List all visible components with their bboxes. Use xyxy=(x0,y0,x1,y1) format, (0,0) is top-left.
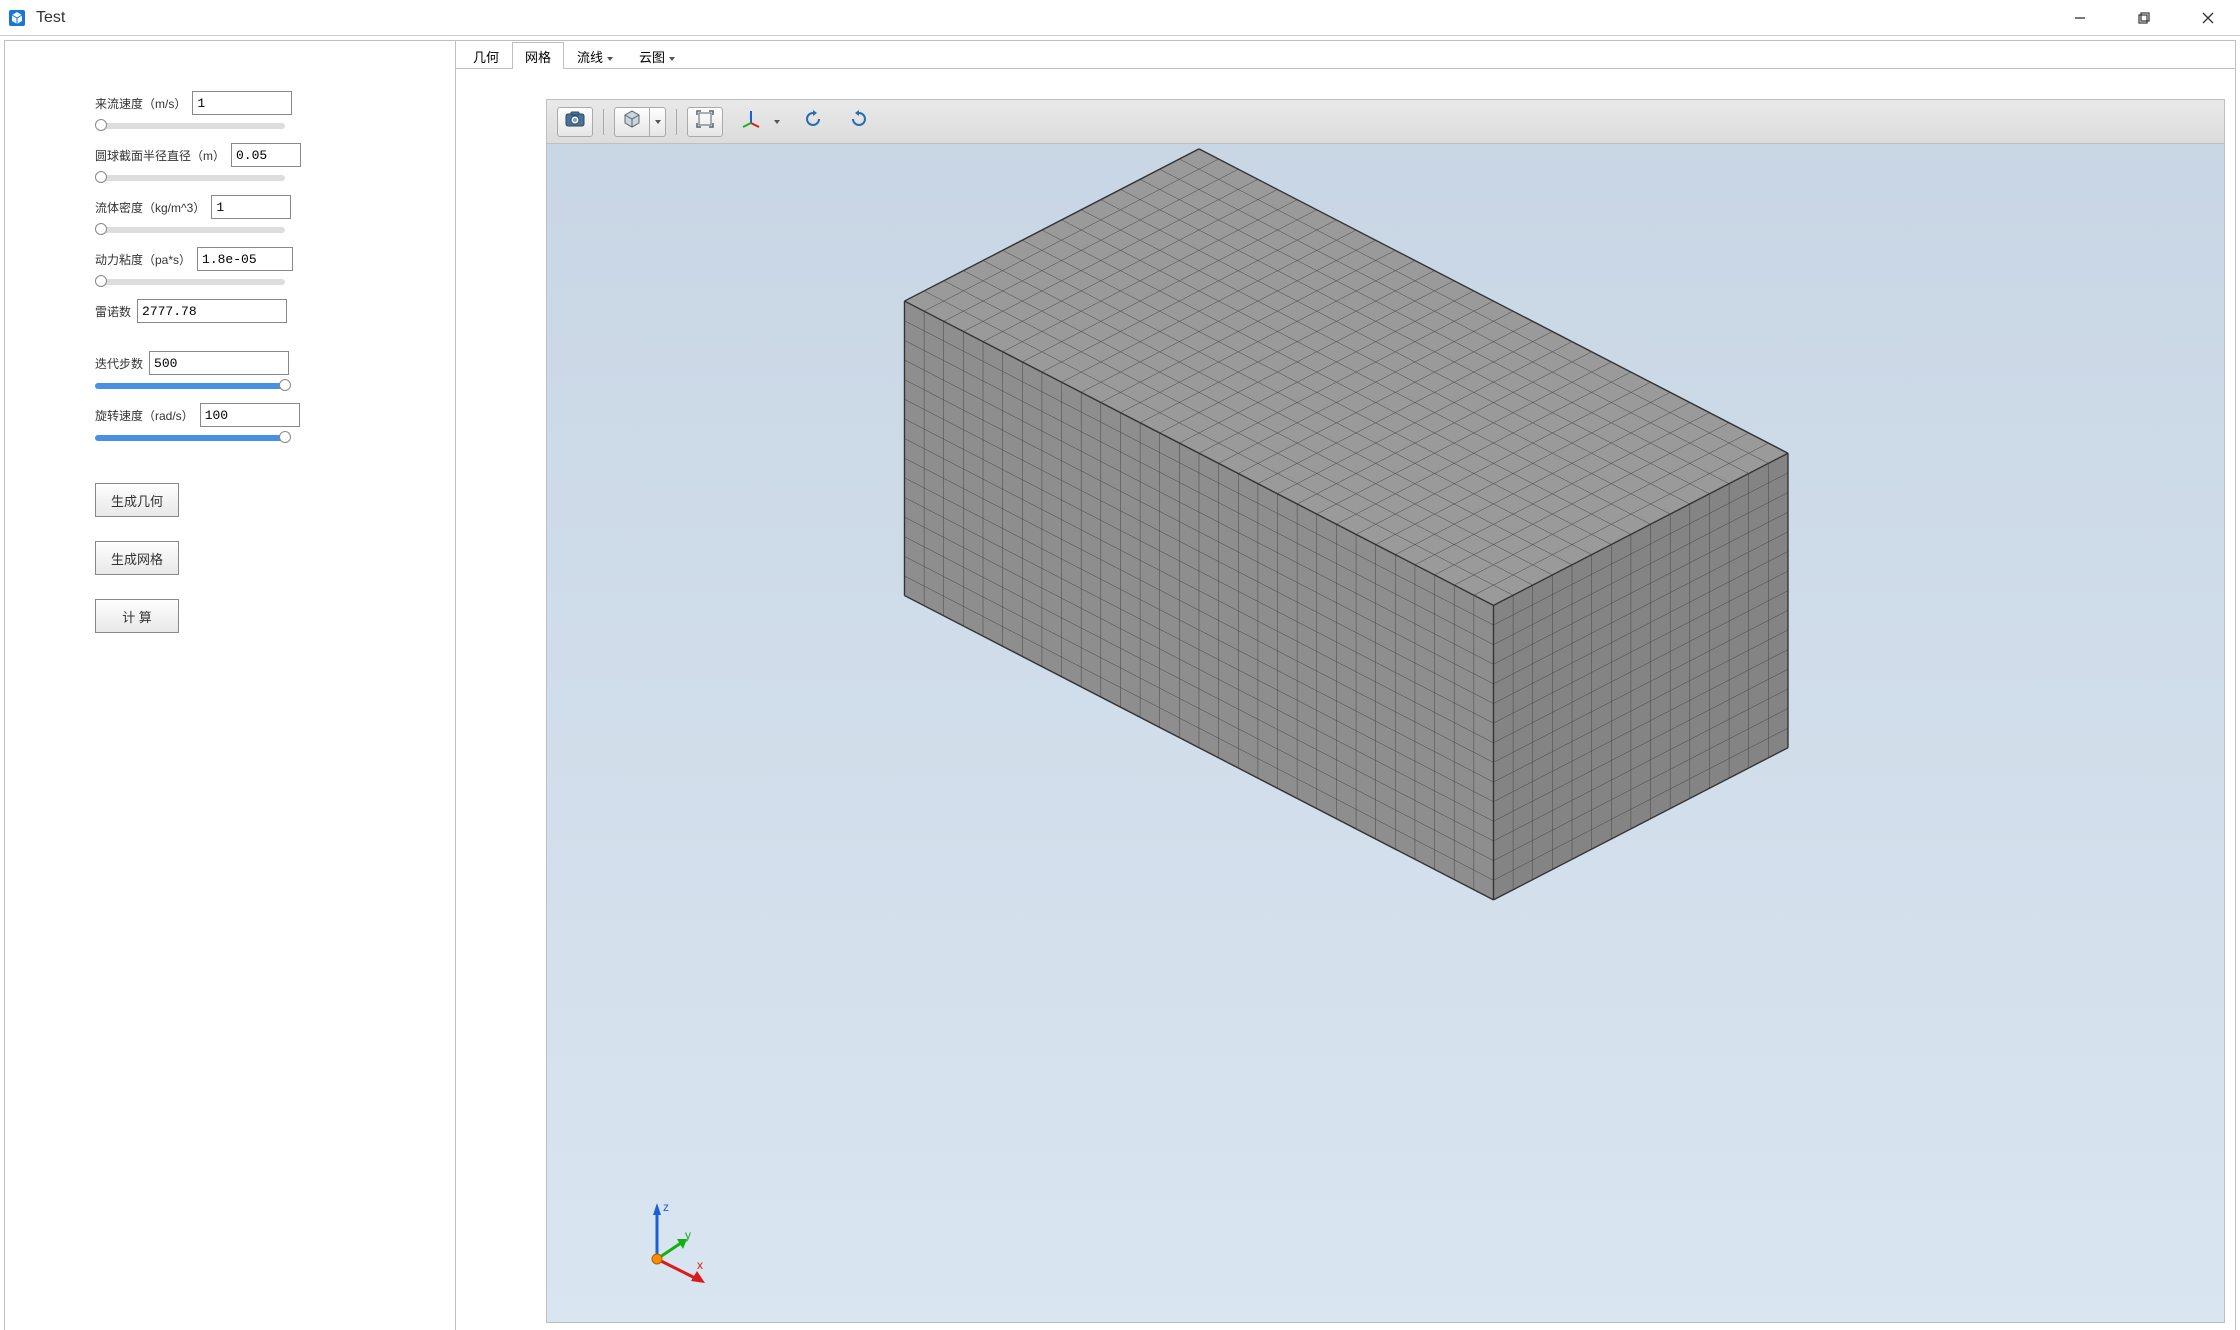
generate-geometry-button[interactable]: 生成几何 xyxy=(95,483,179,517)
rotation-speed-label: 旋转速度（rad/s） xyxy=(95,407,194,424)
close-button[interactable] xyxy=(2176,0,2240,36)
triad-x-label: x xyxy=(697,1258,703,1272)
rotate-ccw-icon xyxy=(803,109,823,134)
axes-icon xyxy=(741,109,761,134)
titlebar: Test xyxy=(0,0,2240,36)
parameter-panel: 来流速度（m/s） 圆球截面半径直径（m） 流体密度（kg/m^3） 动力粘度（… xyxy=(5,41,455,1330)
snapshot-button[interactable] xyxy=(557,107,593,137)
fit-icon xyxy=(696,110,714,133)
compute-button[interactable]: 计 算 xyxy=(95,599,179,633)
rotate-ccw-button[interactable] xyxy=(795,107,831,137)
reynolds-label: 雷诺数 xyxy=(95,303,131,320)
reynolds-input[interactable] xyxy=(137,299,287,323)
fit-view-button[interactable] xyxy=(687,107,723,137)
mesh-scene xyxy=(547,144,2224,1322)
dynamic-viscosity-input[interactable] xyxy=(197,247,293,271)
viewport-3d[interactable]: z y x xyxy=(546,99,2225,1323)
iterations-slider[interactable] xyxy=(95,383,285,389)
rotate-cw-button[interactable] xyxy=(841,107,877,137)
sphere-radius-input[interactable] xyxy=(231,143,301,167)
sphere-radius-label: 圆球截面半径直径（m） xyxy=(95,147,225,164)
rotation-speed-input[interactable] xyxy=(200,403,300,427)
toolbar-separator xyxy=(603,109,604,135)
titlebar-left: Test xyxy=(0,7,65,29)
camera-icon xyxy=(565,111,585,132)
tab-geometry[interactable]: 几何 xyxy=(460,42,512,69)
cube-icon xyxy=(622,109,642,134)
toolbar-separator xyxy=(676,109,677,135)
sphere-radius-slider[interactable] xyxy=(95,175,285,181)
rotation-speed-slider[interactable] xyxy=(95,435,285,441)
maximize-button[interactable] xyxy=(2112,0,2176,36)
minimize-button[interactable] xyxy=(2048,0,2112,36)
viewport-wrap: z y x xyxy=(456,69,2235,1330)
iterations-input[interactable] xyxy=(149,351,289,375)
flow-velocity-slider[interactable] xyxy=(95,123,285,129)
workspace: 来流速度（m/s） 圆球截面半径直径（m） 流体密度（kg/m^3） 动力粘度（… xyxy=(4,40,2236,1330)
tab-streamline[interactable]: 流线 xyxy=(564,42,626,69)
fluid-density-label: 流体密度（kg/m^3） xyxy=(95,199,205,216)
fluid-density-input[interactable] xyxy=(211,195,291,219)
view-cube-dropdown[interactable] xyxy=(614,107,666,137)
window-title: Test xyxy=(36,9,65,27)
tab-mesh[interactable]: 网格 xyxy=(512,42,564,69)
axes-dropdown[interactable] xyxy=(733,107,785,137)
app-icon xyxy=(6,7,28,29)
tab-contour[interactable]: 云图 xyxy=(626,42,688,69)
triad-z-label: z xyxy=(663,1200,669,1214)
content-area: 几何 网格 流线 云图 xyxy=(455,41,2235,1330)
dynamic-viscosity-label: 动力粘度（pa*s） xyxy=(95,251,191,268)
fluid-density-slider[interactable] xyxy=(95,227,285,233)
iterations-label: 迭代步数 xyxy=(95,355,143,372)
generate-mesh-button[interactable]: 生成网格 xyxy=(95,541,179,575)
orientation-triad: z y x xyxy=(627,1197,717,1292)
dynamic-viscosity-slider[interactable] xyxy=(95,279,285,285)
flow-velocity-input[interactable] xyxy=(192,91,292,115)
viewport-toolbar xyxy=(547,100,2224,144)
window-controls xyxy=(2048,0,2240,36)
flow-velocity-label: 来流速度（m/s） xyxy=(95,95,186,112)
rotate-cw-icon xyxy=(849,109,869,134)
triad-y-label: y xyxy=(685,1228,691,1242)
view-tabs: 几何 网格 流线 云图 xyxy=(456,41,2235,69)
